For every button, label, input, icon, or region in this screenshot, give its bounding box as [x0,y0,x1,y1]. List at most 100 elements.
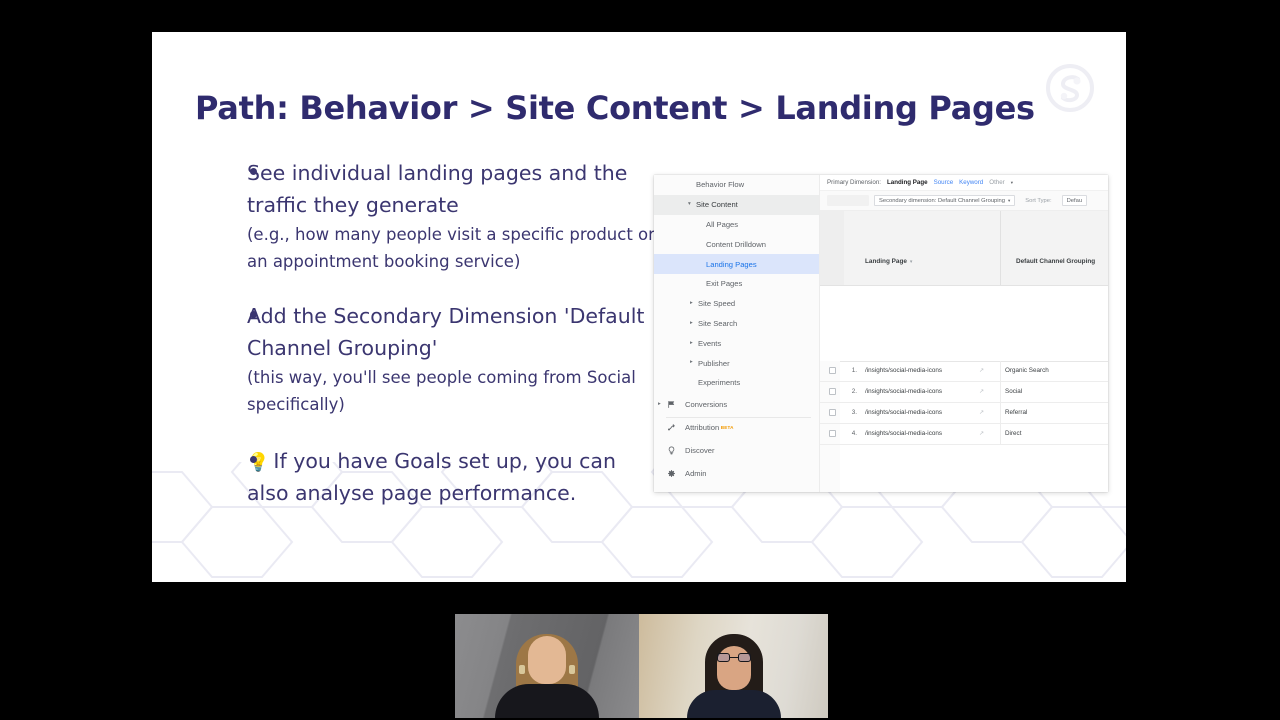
lightbulb-icon [666,445,677,456]
table-row[interactable]: 3. /insights/social-media-icons ↗ Referr… [820,402,1108,424]
screen: Path: Behavior > Site Content > Landing … [0,0,1280,720]
row-landing-page[interactable]: /insights/social-media-icons [865,388,942,395]
gear-icon [666,468,677,479]
primary-dimension-keyword-link[interactable]: Keyword [959,179,983,186]
sidebar-item-label: Events [698,338,722,348]
plot-rows-button[interactable] [827,194,869,207]
list-item: See individual landing pages and the tra… [195,157,695,276]
sidebar-item-exit-pages[interactable]: Exit Pages [654,274,819,294]
row-column-divider [1000,381,1001,402]
sidebar-item-label: Experiments [698,378,741,388]
sidebar-item-landing-pages[interactable]: Landing Pages [654,254,819,274]
participant-face [528,636,566,684]
ga-sidebar: Behavior Flow ▾ Site Content All Pages C… [654,175,820,492]
external-link-icon[interactable]: ↗ [979,430,984,437]
row-landing-page[interactable]: /insights/social-media-icons [865,367,942,374]
row-checkbox[interactable] [829,367,836,375]
row-landing-page[interactable]: /insights/social-media-icons [865,430,942,437]
eyeglasses-icon [716,653,751,662]
row-index: 2. [851,388,857,396]
secondary-dimension-select[interactable]: Secondary dimension: Default Channel Gro… [874,194,1016,207]
sidebar-item-label: Attribution [685,422,720,432]
sidebar-item-admin[interactable]: Admin [654,463,819,483]
row-index: 3. [851,409,857,417]
list-item: 💡 If you have Goals set up, you can also … [195,445,695,509]
header-column-divider [1000,211,1001,285]
secondary-dimension-value: Secondary dimension: Default Channel Gro… [879,197,1005,204]
external-link-icon[interactable]: ↗ [979,409,984,416]
primary-dimension-label: Primary Dimension: [827,179,881,186]
sort-caret-icon: ▾ [909,259,913,265]
row-index: 4. [851,430,857,438]
table-row[interactable]: 2. /insights/social-media-icons ↗ Social [820,381,1108,403]
chevron-right-icon: ▸ [690,359,693,366]
sidebar-item-attribution[interactable]: Attribution BETA [654,418,819,438]
primary-dimension-source-link[interactable]: Source [934,179,954,186]
chevron-right-icon: ▸ [690,299,693,306]
table-row[interactable]: 1. /insights/social-media-icons ↗ Organi… [820,361,1108,382]
participant-video-right[interactable] [639,614,828,718]
primary-dimension-toolbar: Primary Dimension: Landing Page Source K… [820,175,1108,191]
sidebar-item-experiments[interactable]: Experiments [654,373,819,393]
table-header-band: Landing Page ▾ Default Channel Grouping [820,211,1108,286]
chevron-right-icon: ▸ [690,319,693,326]
bullet-main-text: See individual landing pages and the tra… [247,161,628,218]
presentation-slide: Path: Behavior > Site Content > Landing … [152,32,1126,582]
sidebar-item-publisher[interactable]: ▸ Publisher [654,353,819,373]
sidebar-item-label: Landing Pages [706,259,757,269]
bullet-main-text: Add the Secondary Dimension 'Default Cha… [247,303,645,360]
table-body: 1. /insights/social-media-icons ↗ Organi… [820,361,1108,492]
bullet-main-text: 💡 If you have Goals set up, you can also … [247,445,647,509]
column-header-default-channel-grouping[interactable]: Default Channel Grouping [1016,258,1095,265]
sidebar-item-conversions[interactable]: ▸ Conversions [654,395,819,415]
bullet-sub-text: (this way, you'll see people coming from… [247,368,636,414]
sidebar-item-behavior-flow[interactable]: Behavior Flow [654,175,819,195]
sidebar-item-content-drilldown[interactable]: Content Drilldown [654,234,819,254]
sidebar-item-site-search[interactable]: ▸ Site Search [654,314,819,334]
chevron-right-icon: ▸ [690,339,693,346]
sidebar-item-label: Site Speed [698,299,736,309]
row-checkbox[interactable] [829,388,836,396]
row-channel: Social [1005,388,1023,396]
bullet-dot-icon [250,455,257,463]
row-channel: Referral [1005,409,1028,417]
sidebar-item-discover[interactable]: Discover [654,440,819,460]
sidebar-item-label: Site Content [696,200,738,210]
flag-icon [666,399,677,410]
row-column-divider [1000,423,1001,444]
google-analytics-screenshot: Behavior Flow ▾ Site Content All Pages C… [654,175,1108,492]
row-checkbox[interactable] [829,409,836,417]
sidebar-item-site-content[interactable]: ▾ Site Content [654,194,819,215]
sidebar-item-all-pages[interactable]: All Pages [654,215,819,235]
sidebar-item-events[interactable]: ▸ Events [654,333,819,353]
bullet-list: See individual landing pages and the tra… [195,157,695,509]
external-link-icon[interactable]: ↗ [979,367,984,374]
sidebar-item-label: Site Search [698,318,738,328]
row-column-divider [1000,361,1001,381]
external-link-icon[interactable]: ↗ [979,388,984,395]
list-item: Add the Secondary Dimension 'Default Cha… [195,300,695,419]
ga-report-area: Primary Dimension: Landing Page Source K… [820,175,1108,492]
header-left-gutter [820,211,844,285]
row-checkbox[interactable] [829,430,836,438]
column-header-landing-page[interactable]: Landing Page ▾ [865,258,912,265]
table-row[interactable]: 4. /insights/social-media-icons ↗ Direct [820,423,1108,445]
chevron-right-icon: ▸ [658,400,661,407]
primary-dimension-selected[interactable]: Landing Page [887,179,928,186]
chevron-down-icon: ▾ [1008,197,1011,203]
sidebar-item-label: Content Drilldown [706,239,766,249]
sidebar-item-site-speed[interactable]: ▸ Site Speed [654,294,819,314]
row-column-divider [1000,402,1001,423]
sort-type-select[interactable]: Defau [1061,194,1088,207]
sidebar-item-label: Behavior Flow [696,180,745,190]
participant-video-left[interactable] [455,614,639,718]
attribution-icon [666,422,677,433]
video-participants-strip [455,614,828,718]
participant-torso [495,684,599,718]
row-channel: Organic Search [1005,367,1049,375]
row-landing-page[interactable]: /insights/social-media-icons [865,409,942,416]
row-index: 1. [851,367,857,375]
sidebar-item-label: Publisher [698,358,730,368]
primary-dimension-other-link[interactable]: Other [989,179,1004,186]
bullet-main-label: If you have Goals set up, you can also a… [247,448,616,505]
